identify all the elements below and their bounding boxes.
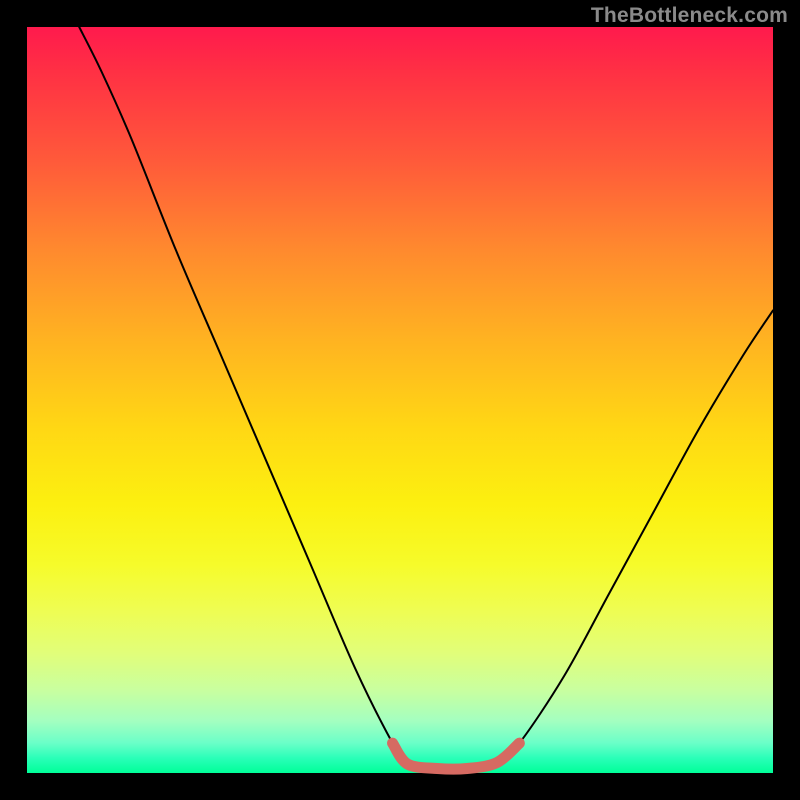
watermark-text: TheBottleneck.com	[591, 4, 788, 28]
bottleneck-curve	[79, 27, 773, 769]
plot-area	[27, 27, 773, 773]
chart-svg	[27, 27, 773, 773]
optimal-range	[393, 743, 520, 769]
chart-frame: TheBottleneck.com	[0, 0, 800, 800]
